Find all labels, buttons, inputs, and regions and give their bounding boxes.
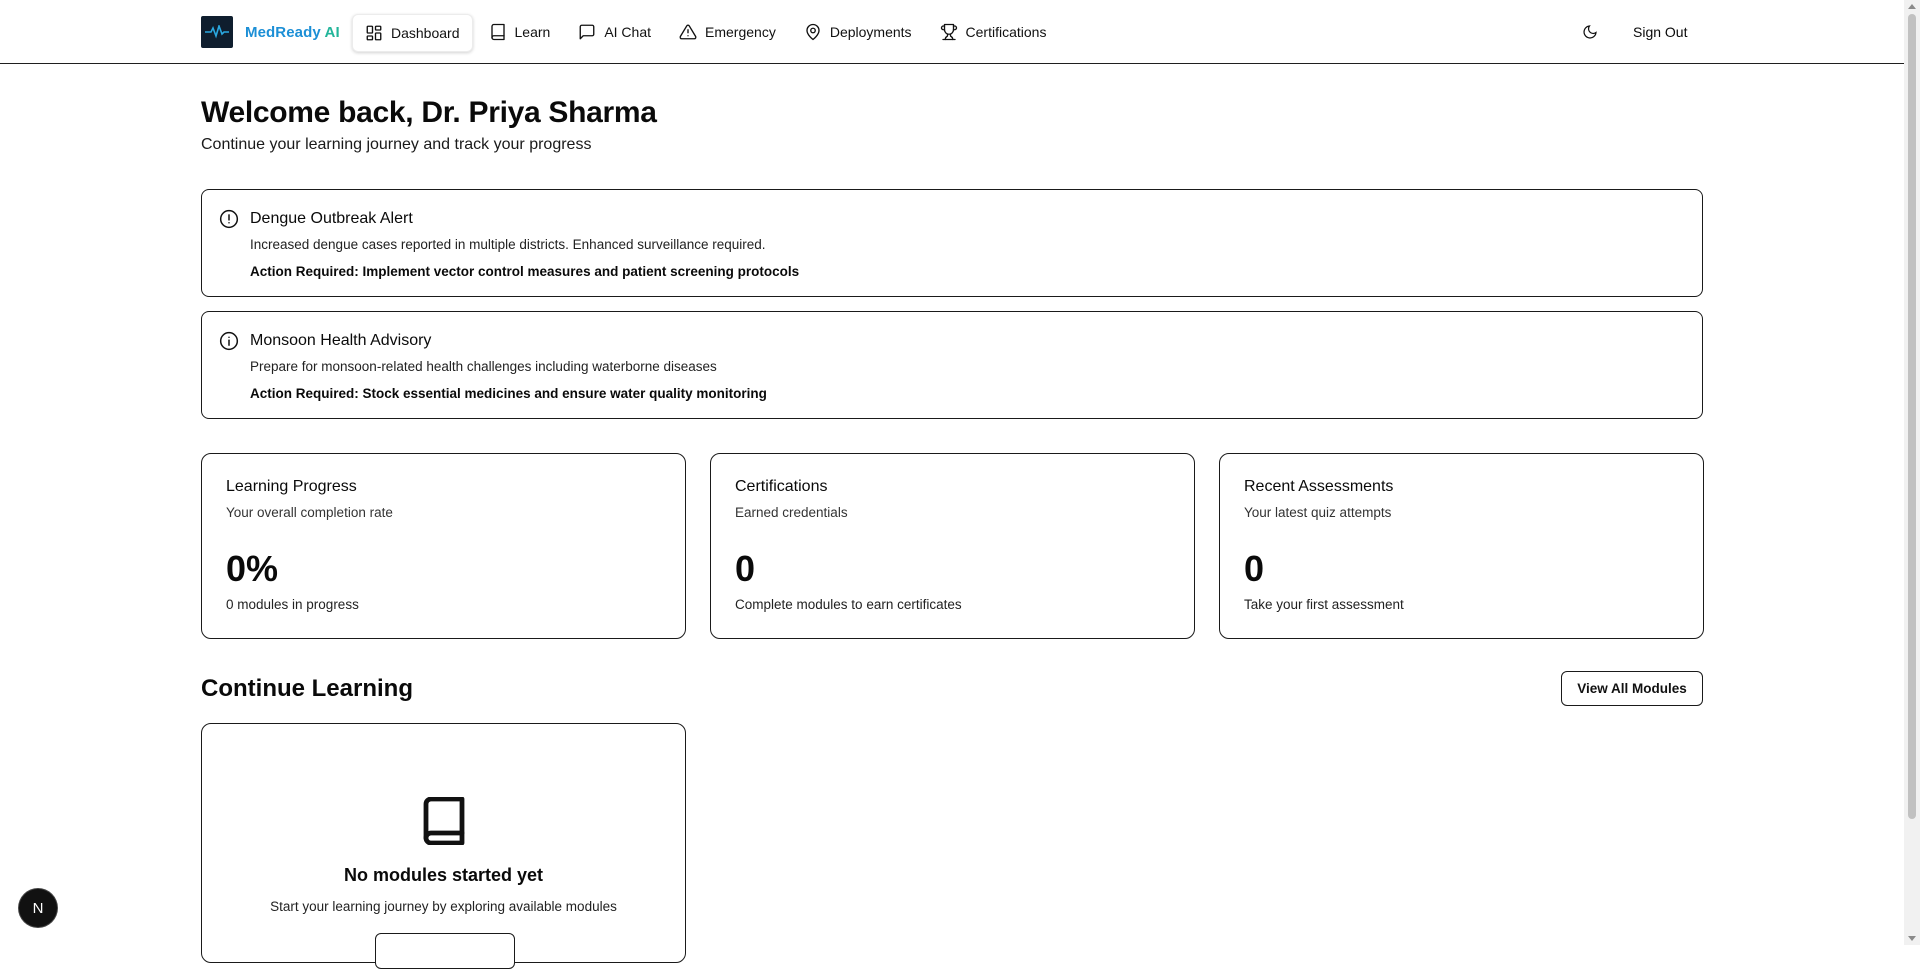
dev-tools-badge[interactable]: N <box>19 889 57 927</box>
brand-link[interactable]: MedReady AI <box>201 16 340 48</box>
stat-description: Earned credentials <box>735 505 848 520</box>
stat-title: Recent Assessments <box>1244 478 1394 495</box>
chat-bubble-icon <box>579 24 595 40</box>
browse-modules-button[interactable] <box>375 933 515 969</box>
nav-deployments-label: Deployments <box>829 24 912 40</box>
nav-ai-chat-label: AI Chat <box>604 24 652 40</box>
moon-icon <box>1583 25 1597 39</box>
alert-action: Action Required: Stock essential medicin… <box>250 386 767 401</box>
continue-learning-title: Continue Learning <box>201 675 413 702</box>
scroll-up-arrow-icon[interactable] <box>1908 4 1916 9</box>
alert-circle-icon <box>219 209 239 229</box>
dashboard-grid-icon <box>366 25 382 41</box>
stat-note: Take your first assessment <box>1244 597 1404 612</box>
top-navigation-bar: MedReady AI Dashboard Learn AI Chat Emer… <box>0 0 1904 64</box>
empty-state-description: Start your learning journey by exploring… <box>270 899 617 914</box>
theme-toggle-button[interactable] <box>1576 18 1604 46</box>
info-circle-icon <box>219 331 239 351</box>
page-title: Welcome back, Dr. Priya Sharma <box>201 96 657 129</box>
sign-out-button[interactable]: Sign Out <box>1621 14 1699 50</box>
alert-action: Action Required: Implement vector contro… <box>250 264 800 279</box>
heartbeat-logo-icon <box>205 25 229 39</box>
nav-dashboard[interactable]: Dashboard <box>352 14 473 52</box>
alert-title: Monsoon Health Advisory <box>250 332 432 349</box>
stat-value: 0 <box>1244 548 1265 589</box>
stat-card-learning-progress: Learning Progress Your overall completio… <box>201 453 686 639</box>
brand-name: MedReady AI <box>245 24 340 41</box>
nav-learn-label: Learn <box>514 24 551 40</box>
trophy-icon <box>940 23 957 41</box>
stat-title: Certifications <box>735 478 828 495</box>
stat-description: Your overall completion rate <box>226 505 393 520</box>
scrollbar-thumb[interactable] <box>1908 14 1916 819</box>
main-nav: Dashboard Learn AI Chat Emergency Deploy… <box>352 14 1058 52</box>
stat-title: Learning Progress <box>226 478 357 495</box>
nav-learn[interactable]: Learn <box>477 14 563 50</box>
nav-emergency[interactable]: Emergency <box>667 14 788 50</box>
alert-title: Dengue Outbreak Alert <box>250 210 413 227</box>
nav-dashboard-label: Dashboard <box>391 25 460 41</box>
nav-deployments[interactable]: Deployments <box>792 14 924 50</box>
brand-name-medready: MedReady <box>245 23 321 41</box>
stat-note: Complete modules to earn certificates <box>735 597 962 612</box>
page-scrollbar[interactable] <box>1904 0 1920 945</box>
nav-emergency-label: Emergency <box>705 24 776 40</box>
alert-dengue-outbreak: Dengue Outbreak Alert Increased dengue c… <box>201 189 1703 297</box>
alert-monsoon-advisory: Monsoon Health Advisory Prepare for mons… <box>201 311 1703 419</box>
empty-modules-card: No modules started yet Start your learni… <box>201 723 686 969</box>
nav-certifications-label: Certifications <box>965 24 1047 40</box>
nav-ai-chat[interactable]: AI Chat <box>566 14 663 50</box>
book-icon <box>422 796 466 846</box>
empty-state-title: No modules started yet <box>343 865 544 885</box>
brand-name-ai: AI <box>324 23 340 41</box>
nav-certifications[interactable]: Certifications <box>928 14 1059 50</box>
page-subtitle: Continue your learning journey and track… <box>201 136 592 153</box>
alert-description: Increased dengue cases reported in multi… <box>250 237 766 252</box>
brand-logo <box>201 16 233 48</box>
scroll-down-arrow-icon[interactable] <box>1908 936 1916 941</box>
map-pin-icon <box>806 23 820 41</box>
view-all-modules-button[interactable]: View All Modules <box>1561 671 1703 706</box>
stat-description: Your latest quiz attempts <box>1244 505 1392 520</box>
stat-card-certifications: Certifications Earned credentials 0 Comp… <box>710 453 1195 639</box>
stat-value: 0 <box>735 548 756 589</box>
book-icon <box>490 23 505 41</box>
warning-triangle-icon <box>679 24 697 40</box>
stat-value: 0% <box>226 548 279 589</box>
stat-note: 0 modules in progress <box>226 597 359 612</box>
alert-description: Prepare for monsoon-related health chall… <box>250 359 717 374</box>
stat-card-recent-assessments: Recent Assessments Your latest quiz atte… <box>1219 453 1704 639</box>
